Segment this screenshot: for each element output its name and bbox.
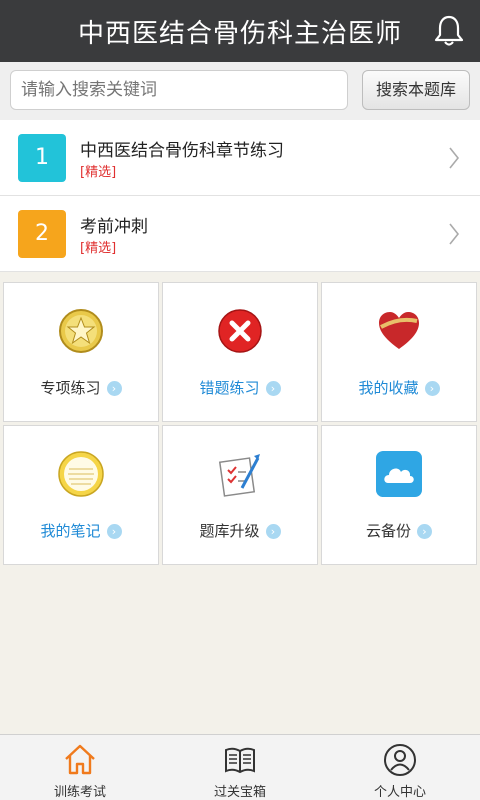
search-bar: 搜索本题库 [0, 62, 480, 120]
number-badge: 1 [18, 134, 66, 182]
tab-treasure-box[interactable]: 过关宝箱 [160, 735, 320, 800]
chevron-circle-icon: › [424, 381, 440, 396]
book-icon [225, 747, 255, 774]
home-icon [65, 744, 95, 775]
practice-list: 1 中西医结合骨伤科章节练习 [精选] 2 考前冲刺 [精选] [0, 120, 480, 272]
user-icon [384, 744, 416, 776]
chevron-right-icon [449, 147, 460, 169]
tile-my-favorites[interactable]: 我的收藏 › [321, 282, 477, 422]
tab-personal-center[interactable]: 个人中心 [320, 735, 480, 800]
tile-cloud-backup[interactable]: 云备份 › [321, 425, 477, 565]
error-icon [218, 309, 262, 353]
featured-tag: [精选] [80, 165, 117, 180]
chevron-circle-icon: › [417, 524, 432, 539]
star-icon [59, 309, 103, 353]
featured-tag: [精选] [80, 241, 117, 256]
tile-label: 云备份 [365, 522, 411, 540]
tab-label: 个人中心 [373, 785, 426, 800]
tab-training-exam[interactable]: 训练考试 [0, 735, 160, 800]
tile-label: 我的笔记 [40, 522, 101, 540]
chevron-right-icon [449, 223, 460, 245]
tile-label: 我的收藏 [358, 379, 419, 397]
list-item-title: 中西医结合骨伤科章节练习 [80, 141, 284, 161]
checklist-icon [218, 454, 260, 497]
search-button[interactable]: 搜索本题库 [362, 70, 470, 110]
tile-label: 专项练习 [40, 379, 101, 397]
bell-icon[interactable] [434, 14, 464, 48]
tile-label: 题库升级 [199, 522, 260, 540]
chevron-circle-icon: › [265, 381, 281, 396]
tile-my-notes[interactable]: 我的笔记 › [3, 425, 159, 565]
heart-icon [379, 312, 419, 349]
notepad-icon [58, 451, 104, 497]
feature-grid: 专项练习 › 错题练习 › 我的收藏 › 我的笔记 › 题库升级 › 云备份 › [3, 282, 477, 565]
tab-label: 过关宝箱 [213, 785, 266, 800]
tile-bank-upgrade[interactable]: 题库升级 › [162, 425, 318, 565]
list-item-title: 考前冲刺 [80, 217, 148, 237]
chevron-circle-icon: › [106, 524, 122, 539]
chevron-circle-icon: › [106, 381, 122, 396]
tile-wrong-questions[interactable]: 错题练习 › [162, 282, 318, 422]
bottom-tab-bar: 训练考试 过关宝箱 个人中心 [0, 734, 480, 800]
tile-special-practice[interactable]: 专项练习 › [3, 282, 159, 422]
app-header: 中西医结合骨伤科主治医师 [0, 0, 480, 62]
list-item-final-sprint[interactable]: 2 考前冲刺 [精选] [0, 196, 480, 272]
search-input[interactable] [10, 70, 348, 110]
number-badge: 2 [18, 210, 66, 258]
list-item-chapter-practice[interactable]: 1 中西医结合骨伤科章节练习 [精选] [0, 120, 480, 196]
chevron-circle-icon: › [265, 524, 281, 539]
cloud-icon [376, 451, 422, 497]
tab-label: 训练考试 [53, 785, 106, 800]
tile-label: 错题练习 [199, 379, 260, 397]
page-title: 中西医结合骨伤科主治医师 [77, 18, 402, 49]
